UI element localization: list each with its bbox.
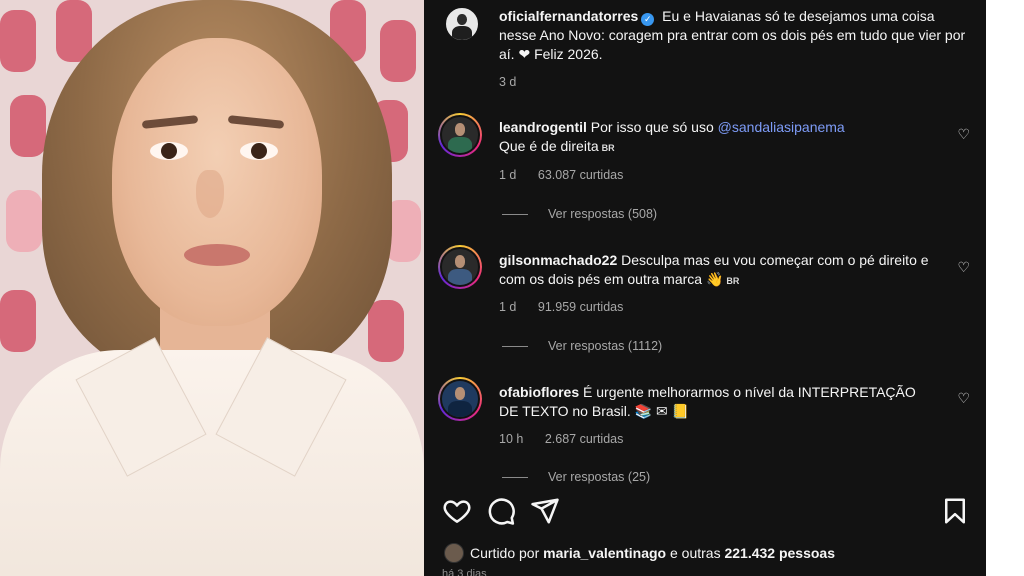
liked-suffix: e outras xyxy=(666,545,725,561)
comment-icon[interactable] xyxy=(486,496,516,526)
comment-like-icon[interactable]: ♡ xyxy=(957,126,970,143)
comment-text: gilsonmachado22 Desculpa mas eu vou come… xyxy=(499,251,929,291)
poster-avatar[interactable] xyxy=(444,6,480,42)
comment-username[interactable]: ofabioflores xyxy=(499,384,579,400)
replies-divider xyxy=(502,346,528,348)
lips xyxy=(184,244,250,266)
comment-text: leandrogentil Por isso que só uso @sanda… xyxy=(499,118,919,158)
wall-decor xyxy=(6,190,42,252)
flag-badge: BR xyxy=(601,143,615,153)
commenter-avatar[interactable] xyxy=(438,245,482,289)
liker-avatar xyxy=(444,543,464,563)
liker-username[interactable]: maria_valentinago xyxy=(543,545,666,561)
commenter-avatar[interactable] xyxy=(438,377,482,421)
nose xyxy=(196,170,224,218)
commenter-avatar[interactable] xyxy=(438,113,482,157)
comment-meta: 1 d 91.959 curtidas xyxy=(499,300,641,314)
post-photo xyxy=(0,0,424,576)
comment-likes[interactable]: 63.087 curtidas xyxy=(538,168,623,182)
bookmark-icon[interactable] xyxy=(940,496,970,526)
eye xyxy=(150,142,188,160)
eye xyxy=(240,142,278,160)
post-date: há 3 dias xyxy=(442,568,487,576)
comment-username[interactable]: leandrogentil xyxy=(499,119,587,135)
share-icon[interactable] xyxy=(530,496,560,526)
comment-body: Por isso que só uso xyxy=(590,119,718,135)
replies-divider xyxy=(502,477,528,479)
post-caption: oficialfernandatorres ✓ Eu e Havaianas só… xyxy=(499,7,974,64)
comment-time: 1 d xyxy=(499,300,517,314)
comment-meta: 1 d 63.087 curtidas xyxy=(499,168,641,182)
view-replies-button[interactable]: Ver respostas (25) xyxy=(502,470,650,484)
comment-body-continued: Que é de direita xyxy=(499,138,599,154)
comment-like-icon[interactable]: ♡ xyxy=(957,390,970,407)
comment-time: 10 h xyxy=(499,432,524,446)
wall-decor xyxy=(380,20,416,82)
wall-decor xyxy=(0,10,36,72)
action-bar xyxy=(424,496,986,530)
replies-label: Ver respostas (25) xyxy=(548,470,651,484)
wall-decor xyxy=(0,290,36,352)
likes-summary[interactable]: Curtido por maria_valentinago e outras 2… xyxy=(444,543,835,563)
right-margin xyxy=(986,0,1024,576)
comment-like-icon[interactable]: ♡ xyxy=(957,259,970,276)
view-replies-button[interactable]: Ver respostas (508) xyxy=(502,207,657,221)
flag-badge: BR xyxy=(726,276,740,286)
heart-icon[interactable] xyxy=(442,496,472,526)
post-meta: 3 d xyxy=(499,75,534,89)
view-replies-button[interactable]: Ver respostas (1112) xyxy=(502,339,662,353)
comment-meta: 10 h 2.687 curtidas xyxy=(499,432,641,446)
likes-count[interactable]: 221.432 pessoas xyxy=(724,545,835,561)
wall-decor xyxy=(10,95,46,157)
liked-prefix: Curtido por xyxy=(470,545,544,561)
comment-time: 1 d xyxy=(499,168,517,182)
wall-decor xyxy=(368,300,404,362)
comment-likes[interactable]: 91.959 curtidas xyxy=(538,300,623,314)
comment-likes[interactable]: 2.687 curtidas xyxy=(545,432,624,446)
comment-username[interactable]: gilsonmachado22 xyxy=(499,252,617,268)
post-time: 3 d xyxy=(499,75,517,89)
poster-username[interactable]: oficialfernandatorres xyxy=(499,8,638,24)
instagram-comments-panel: oficialfernandatorres ✓ Eu e Havaianas só… xyxy=(424,0,986,576)
shirt xyxy=(0,350,424,576)
replies-label: Ver respostas (508) xyxy=(548,207,658,221)
comment-text: ofabioflores É urgente melhorarmos o nív… xyxy=(499,383,929,421)
replies-label: Ver respostas (1112) xyxy=(548,339,663,353)
verified-icon: ✓ xyxy=(641,13,655,26)
mention-link[interactable]: @sandaliasipanema xyxy=(718,119,845,135)
replies-divider xyxy=(502,214,528,216)
